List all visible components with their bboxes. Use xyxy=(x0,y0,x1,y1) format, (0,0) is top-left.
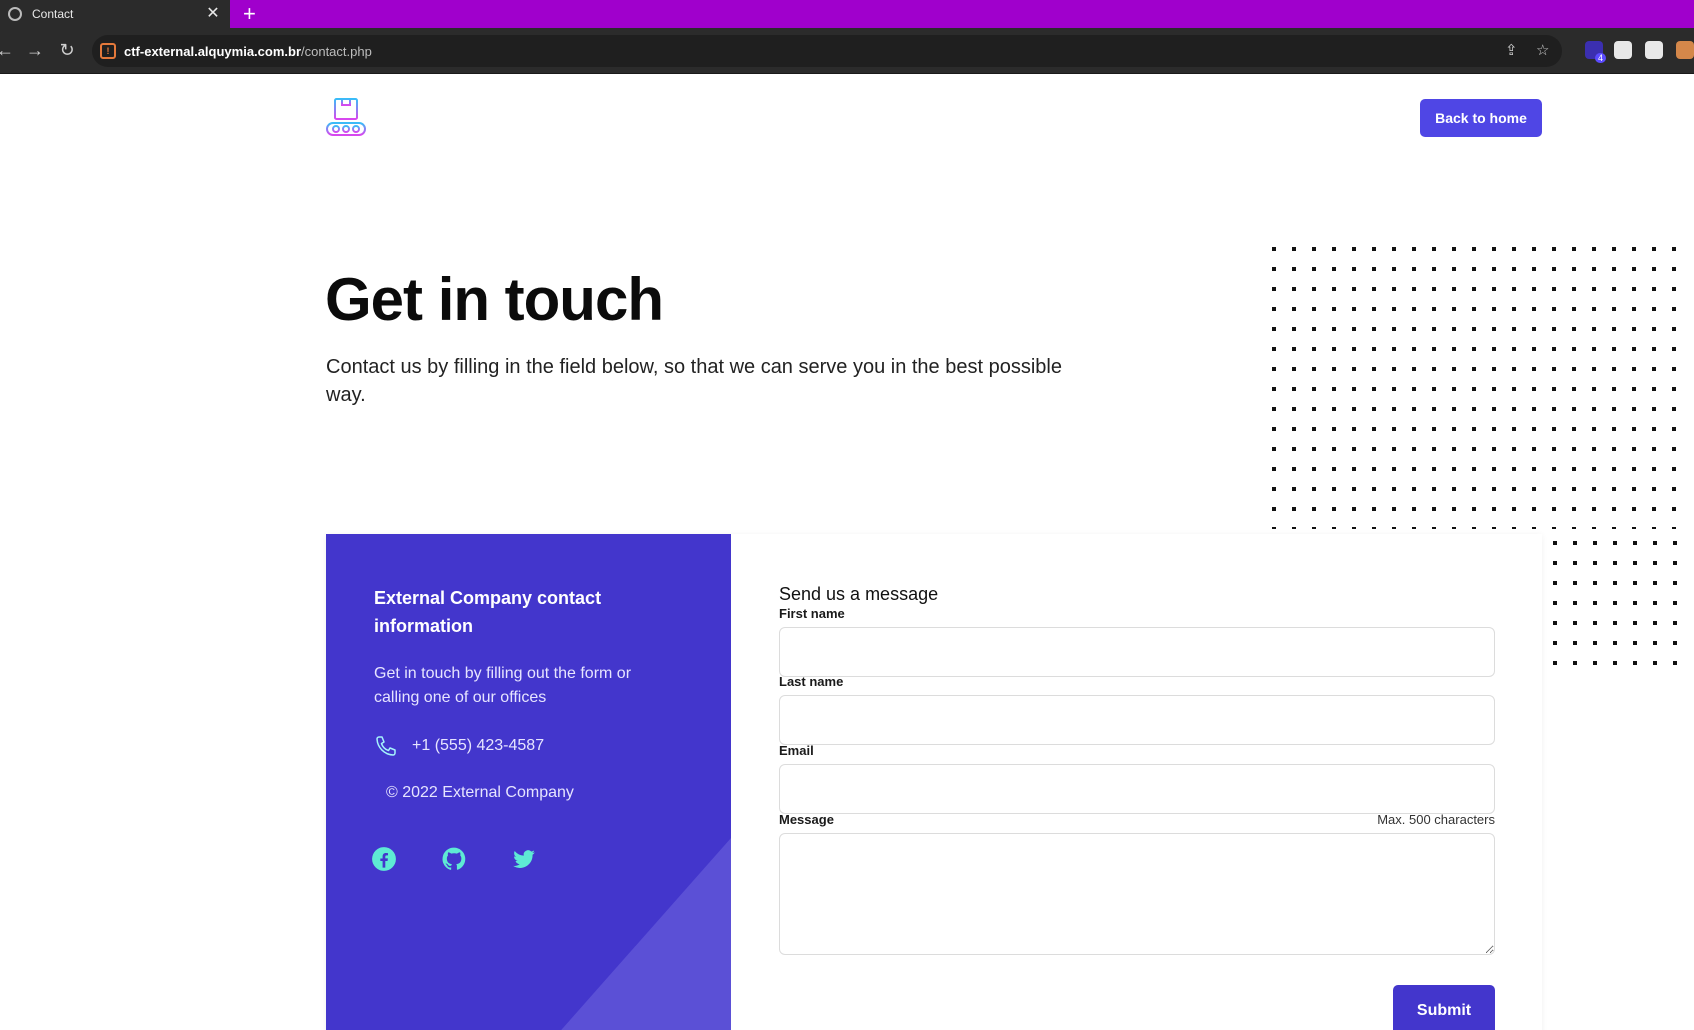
contact-info-title: External Company contact information xyxy=(374,588,602,636)
conveyor-box-icon[interactable] xyxy=(325,97,367,137)
email-field[interactable] xyxy=(779,764,1495,814)
contact-form: Send us a message First name Last name E… xyxy=(779,534,1495,1030)
first-name-field[interactable] xyxy=(779,627,1495,677)
back-to-home-button[interactable]: Back to home xyxy=(1420,99,1542,137)
github-icon[interactable] xyxy=(441,846,467,872)
close-tab-icon[interactable]: ✕ xyxy=(204,6,222,22)
last-name-field[interactable] xyxy=(779,695,1495,745)
twitter-icon[interactable] xyxy=(511,846,537,872)
extension-icon[interactable] xyxy=(1645,41,1663,59)
new-tab-button[interactable]: + xyxy=(243,2,256,26)
email-label: Email xyxy=(779,743,814,758)
extension-icon[interactable]: 4 xyxy=(1585,41,1606,63)
extension-icon[interactable] xyxy=(1676,41,1694,59)
contact-info-panel: External Company contact information Get… xyxy=(326,534,731,1030)
contact-card: External Company contact information Get… xyxy=(326,534,1542,1030)
tab-title: Contact xyxy=(32,7,74,21)
facebook-icon[interactable] xyxy=(371,846,397,872)
copyright-text: © 2022 External Company xyxy=(386,784,574,801)
forward-arrow-icon[interactable]: → xyxy=(24,39,46,61)
url-text: ctf-external.alquymia.com.br/contact.php xyxy=(124,43,372,59)
extension-badge: 4 xyxy=(1594,53,1606,63)
first-name-label: First name xyxy=(779,606,845,621)
contact-page: Back to home Get in touch Contact us by … xyxy=(0,75,1694,1030)
page-subtitle: Contact us by filling in the field below… xyxy=(326,356,1062,406)
form-title: Send us a message xyxy=(779,584,939,604)
browser-tab[interactable]: Contact ✕ xyxy=(0,0,230,28)
message-hint: Max. 500 characters xyxy=(1377,812,1495,827)
phone-icon xyxy=(376,736,396,756)
phone-row: +1 (555) 423-4587 xyxy=(374,734,544,758)
address-bar[interactable]: ! ctf-external.alquymia.com.br/contact.p… xyxy=(92,35,1562,67)
site-info-icon[interactable]: ! xyxy=(100,43,116,59)
last-name-label: Last name xyxy=(779,674,844,689)
share-icon[interactable]: ⇪ xyxy=(1505,41,1518,59)
phone-number: +1 (555) 423-4587 xyxy=(412,737,545,754)
bookmark-star-icon[interactable]: ☆ xyxy=(1536,41,1549,59)
page-title: Get in touch xyxy=(325,266,664,333)
globe-icon xyxy=(8,7,22,21)
browser-toolbar: ← → ↻ ! ctf-external.alquymia.com.br/con… xyxy=(0,28,1694,74)
dot-pattern-decoration xyxy=(1268,243,1688,529)
extension-icon[interactable] xyxy=(1614,41,1632,59)
message-field[interactable] xyxy=(779,833,1495,955)
message-label: Message xyxy=(779,812,834,827)
contact-info-description: Get in touch by filling out the form or … xyxy=(374,665,632,706)
submit-button[interactable]: Submit xyxy=(1393,985,1495,1030)
browser-tab-strip: Contact ✕ + xyxy=(0,0,1694,28)
dot-pattern-decoration xyxy=(1549,537,1689,667)
reload-icon[interactable]: ↻ xyxy=(56,39,78,61)
back-arrow-icon[interactable]: ← xyxy=(0,39,16,61)
